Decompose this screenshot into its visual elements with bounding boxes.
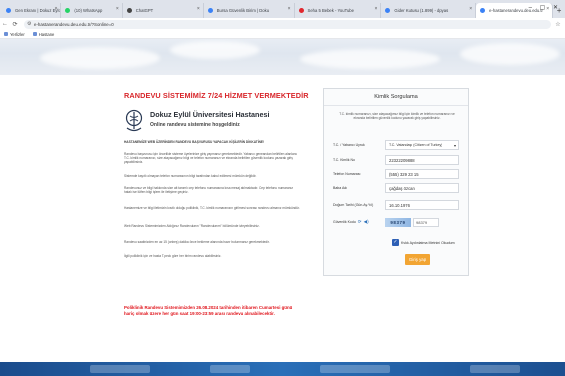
close-tab-icon[interactable]: × bbox=[469, 6, 472, 12]
browser-tab[interactable]: Seha 5 Bebek - YouTube × bbox=[295, 3, 382, 18]
birthdate-input[interactable]: 16.10.1976 bbox=[385, 200, 459, 210]
card-description: T.C. kimlik numaranızı, size atayacağımı… bbox=[339, 112, 455, 121]
select-value: T.C. Vatandaşı (Citizen of Turkey) bbox=[389, 143, 443, 147]
tab-label: ChatGPT bbox=[135, 8, 154, 13]
info-paragraph: İlgili poliklinik için ve hasta T.peck g… bbox=[124, 254, 222, 258]
welcome-subtitle: Online randevu sistemine hoşgeldiniz bbox=[150, 122, 240, 128]
citizenship-select[interactable]: T.C. Vatandaşı (Citizen of Turkey) ▾ bbox=[385, 140, 459, 150]
bookmarks-bar: Yerlizler Hastane bbox=[0, 30, 565, 39]
field-label: Güvenlik Kodu ⟳ ◀) bbox=[333, 219, 385, 224]
header-banner bbox=[0, 39, 565, 75]
folder-icon bbox=[32, 32, 37, 36]
tab-favicon-icon bbox=[126, 8, 132, 13]
phone-row: Telefon Numarası (555) 329 23 15 bbox=[333, 168, 459, 180]
captcha-label: Güvenlik Kodu bbox=[333, 219, 356, 224]
field-label: Telefon Numarası bbox=[333, 171, 361, 176]
info-paragraph: HASTANEMİZE WEB ÜZERİNDEN RANDEVU BAŞVUR… bbox=[124, 140, 265, 144]
refresh-captcha-icon[interactable]: ⟳ bbox=[358, 219, 362, 224]
bookmark-item[interactable]: Hastane bbox=[32, 31, 55, 37]
close-tab-icon[interactable]: × bbox=[375, 6, 378, 12]
card-title: Kimlik Sorgulama bbox=[324, 89, 468, 106]
reload-icon[interactable]: ⟳ bbox=[10, 21, 20, 28]
tab-favicon-icon bbox=[385, 8, 391, 13]
father-name-input[interactable]: çağdaş özcan bbox=[385, 183, 459, 193]
url-field[interactable]: ⚙ e-hastanerandevu.deu.edu.tr/?Sonline=0 bbox=[24, 19, 551, 29]
close-tab-icon[interactable]: × bbox=[54, 6, 57, 12]
captcha-row: Güvenlik Kodu ⟳ ◀) 98379 98379 bbox=[333, 216, 459, 228]
tab-label: Bursa Güvenlik Birim | Doku bbox=[216, 8, 270, 13]
close-tab-icon[interactable]: × bbox=[116, 6, 119, 12]
bookmark-star-icon[interactable]: ☆ bbox=[551, 21, 565, 28]
info-paragraph: Sistemde kayıtlı olmayan telefon numaras… bbox=[124, 174, 257, 178]
bookmark-label: Yerlizler bbox=[10, 31, 25, 37]
info-paragraph: Randevunuz ve bilgi hakkında size ait ta… bbox=[124, 186, 294, 195]
tc-number-input[interactable]: 22322209888 bbox=[385, 155, 459, 165]
browser-tab-strip: Gen Ekranı | Dokuz Eylül × (10) WhatsApp × C… bbox=[0, 0, 565, 18]
tab-label: (10) WhatsApp bbox=[74, 8, 103, 13]
kvkk-label: Kvkk Aydınlatma Metnini Okudum bbox=[401, 240, 455, 245]
browser-tab[interactable]: Bursa Güvenlik Birim | Doku × bbox=[204, 3, 295, 18]
audio-captcha-icon[interactable]: ◀) bbox=[364, 219, 369, 224]
tab-favicon-icon bbox=[6, 8, 11, 13]
hospital-logo bbox=[125, 109, 143, 132]
captcha-input[interactable]: 98379 bbox=[413, 217, 439, 227]
kvkk-checkbox[interactable]: ✓ bbox=[392, 239, 399, 246]
back-icon[interactable]: ← bbox=[0, 21, 10, 27]
browser-tab[interactable]: (10) WhatsApp × bbox=[61, 3, 123, 18]
browser-tab[interactable]: ChatGPT × bbox=[123, 3, 204, 18]
field-label: Baba Adı bbox=[333, 185, 348, 190]
field-label: T.C. / Yabancı Uyruk bbox=[333, 142, 365, 147]
schedule-notice: Poliklinik Randevu Sistemimizden 26.08.2… bbox=[124, 305, 293, 316]
info-paragraph: Web Randevu Sistemimizden Aldığınız Rand… bbox=[124, 224, 260, 228]
phone-input[interactable]: (555) 329 23 15 bbox=[385, 169, 459, 179]
tab-favicon-icon bbox=[65, 8, 71, 13]
bookmark-item[interactable]: Yerlizler bbox=[4, 32, 25, 37]
info-paragraph: Hastanemize ve bilgi iletimizin kısıtlı … bbox=[124, 206, 300, 210]
info-paragraph: Randevu başvurusu için öncelikle sisteme… bbox=[124, 152, 297, 165]
field-label: Doğum Tarihi (Gün.Ay.Yıl) bbox=[333, 202, 374, 207]
close-tab-icon[interactable]: × bbox=[288, 6, 291, 12]
page-body bbox=[0, 75, 565, 362]
father-name-row: Baba Adı çağdaş özcan bbox=[333, 182, 459, 194]
captcha-image: 98379 bbox=[385, 217, 411, 227]
browser-tab[interactable]: Gider Kutusu (1.899) - dpyas × bbox=[381, 3, 477, 18]
birthdate-row: Doğum Tarihi (Gün.Ay.Yıl) 16.10.1976 bbox=[333, 198, 459, 212]
info-paragraph: Randevu saatinizden en az 15 (onbeş) dak… bbox=[124, 240, 270, 244]
field-label: T.C. Kimlik No bbox=[333, 157, 355, 162]
tab-favicon-icon bbox=[298, 8, 304, 13]
bookmark-label: Hastane bbox=[38, 31, 55, 37]
address-bar-row: ← ⟳ ⚙ e-hastanerandevu.deu.edu.tr/?Sonli… bbox=[0, 18, 565, 30]
tab-label: Gider Kutusu (1.899) - dpyas bbox=[394, 8, 449, 13]
close-tab-icon[interactable]: × bbox=[197, 6, 200, 12]
chevron-down-icon: ▾ bbox=[453, 142, 456, 148]
window-controls[interactable]: – ▢ ✕ bbox=[529, 4, 561, 11]
tab-favicon-icon bbox=[207, 8, 213, 13]
login-button[interactable]: Giriş yap bbox=[405, 254, 430, 265]
tab-favicon-icon bbox=[480, 8, 486, 13]
hospital-name: Dokuz Eylül Üniversitesi Hastanesi bbox=[150, 110, 270, 119]
page-title: RANDEVU SİSTEMİMİZ 7/24 HİZMET VERMEKTED… bbox=[124, 91, 309, 100]
url-text: e-hastanerandevu.deu.edu.tr/?Sonline=0 bbox=[34, 21, 114, 27]
tab-label: Seha 5 Bebek - YouTube bbox=[307, 8, 354, 13]
browser-tab[interactable]: Gen Ekranı | Dokuz Eylül × bbox=[2, 3, 62, 18]
bookmark-icon bbox=[4, 32, 8, 36]
kvkk-consent[interactable]: ✓ Kvkk Aydınlatma Metnini Okudum bbox=[392, 239, 455, 246]
citizenship-row: T.C. / Yabancı Uyruk T.C. Vatandaşı (Cit… bbox=[333, 139, 459, 151]
taskbar bbox=[0, 362, 565, 376]
site-info-icon[interactable]: ⚙ bbox=[27, 21, 31, 27]
tc-row: T.C. Kimlik No 22322209888 bbox=[333, 154, 459, 166]
